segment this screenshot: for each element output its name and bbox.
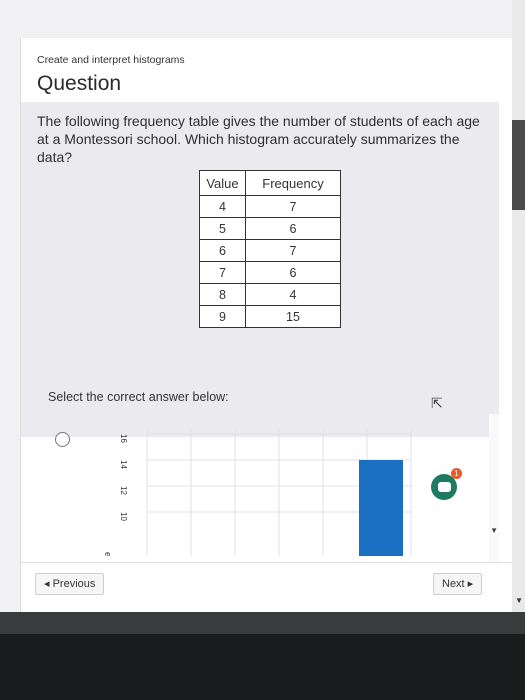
monitor-bezel	[0, 612, 525, 634]
screen: Create and interpret histograms Question…	[0, 0, 525, 612]
table-row: 5 6	[199, 217, 341, 240]
table-cell-value: 9	[199, 305, 246, 328]
page-scrollbar-thumb[interactable]	[512, 120, 525, 210]
page-scrollbar[interactable]: ▼	[512, 0, 525, 612]
table-row: 9 15	[199, 305, 341, 328]
table-row: 8 4	[199, 283, 341, 306]
table-cell-frequency: 15	[245, 305, 341, 328]
y-axis-ticks: 16 14 12 10	[119, 434, 128, 521]
breadcrumb: Create and interpret histograms	[37, 54, 185, 66]
frequency-table: Value Frequency 4 7 5 6 6 7 7 6 8 4 9 15	[199, 170, 341, 328]
table-cell-value: 7	[199, 261, 246, 284]
notification-badge: 1	[451, 468, 462, 479]
histogram-bar	[359, 460, 403, 556]
question-text: The following frequency table gives the …	[37, 113, 480, 165]
answer-prompt: Select the correct answer below:	[48, 390, 229, 404]
table-cell-value: 5	[199, 217, 246, 240]
table-row: 6 7	[199, 239, 341, 262]
y-tick-label: 12	[119, 486, 128, 495]
table-cell-frequency: 7	[245, 195, 341, 218]
histogram-chart: 16 14 12 10 ency	[103, 430, 412, 556]
question-card: Create and interpret histograms Question…	[20, 38, 513, 612]
table-header-value: Value	[199, 170, 246, 196]
table-cell-frequency: 4	[245, 283, 341, 306]
y-tick-label: 16	[119, 434, 128, 443]
table-cell-frequency: 6	[245, 261, 341, 284]
scroll-down-icon[interactable]: ▼	[490, 526, 498, 535]
scroll-down-icon[interactable]: ▼	[515, 596, 523, 605]
y-axis-label: ency	[103, 552, 113, 556]
previous-button[interactable]: ◂ Previous	[35, 573, 105, 595]
table-cell-value: 6	[199, 239, 246, 262]
page-title: Question	[37, 72, 122, 95]
table-row: 4 7	[199, 195, 341, 218]
navigation-bar: ◂ Previous Next ▸	[21, 562, 513, 613]
table-cell-frequency: 7	[245, 239, 341, 262]
table-header-frequency: Frequency	[245, 170, 341, 196]
next-button[interactable]: Next ▸	[433, 573, 483, 595]
answer-scrollbar[interactable]: ▼	[489, 414, 499, 562]
y-tick-label: 10	[119, 512, 128, 521]
table-row: 7 6	[199, 261, 341, 284]
table-cell-value: 4	[199, 195, 246, 218]
mouse-cursor-icon: ⇱	[431, 395, 443, 411]
table-cell-frequency: 6	[245, 217, 341, 240]
table-cell-value: 8	[199, 283, 246, 306]
answer-radio-button[interactable]	[55, 432, 70, 447]
y-tick-label: 14	[119, 460, 128, 469]
answer-option[interactable]: 16 14 12 10 ency 1 ▼	[21, 414, 499, 562]
